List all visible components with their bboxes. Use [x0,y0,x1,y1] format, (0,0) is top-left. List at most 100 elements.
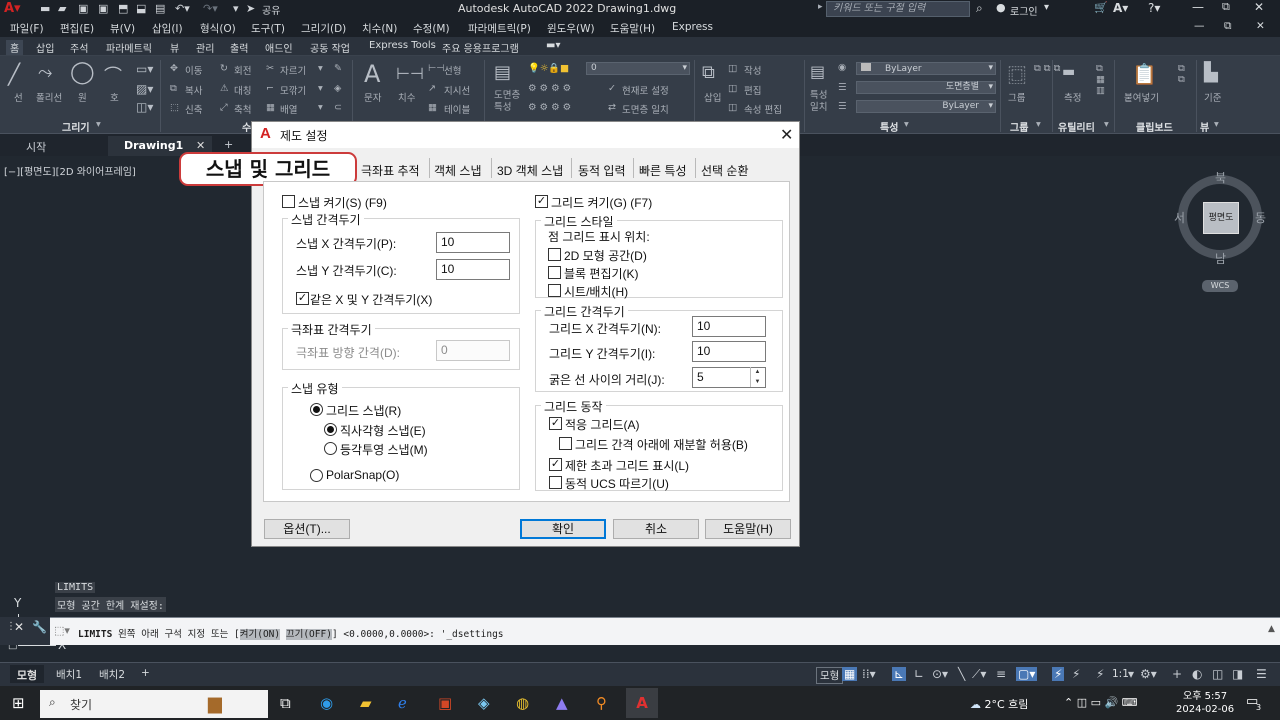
stretch-label[interactable]: 신축 [185,102,202,116]
layout-tab-model[interactable]: 모형 [10,665,44,683]
text-tool-icon[interactable]: A [364,60,380,88]
adaptive-grid-checkbox[interactable]: ✓ [549,417,562,430]
autocad-logo-icon[interactable]: A▾ [4,1,21,16]
customize-icon[interactable]: ▾ [233,2,239,15]
infer-constraints-icon[interactable]: ⊾ [892,667,907,681]
paste-label[interactable]: 붙여넣기 [1124,90,1159,104]
ok-button[interactable]: 확인 [520,519,606,539]
move-icon[interactable]: ✥ [170,63,178,74]
menu-dimension[interactable]: 치수(N) [362,21,397,36]
model-space-button[interactable]: 모형 [816,667,844,684]
insert-block-icon[interactable]: ⧉ [702,62,715,83]
panel-label-view[interactable]: 뷰 [1200,119,1209,134]
erase-icon[interactable]: ✎ [334,63,342,74]
grid-x-input[interactable]: 10 [692,316,766,337]
tab-selection-cycling[interactable]: 선택 순환 [701,162,749,179]
open-icon[interactable]: ▰ [58,2,66,15]
array-label[interactable]: 배열 [280,102,297,116]
grid-block-editor-label[interactable]: 블록 편집기(K) [564,265,639,282]
compass-north[interactable]: 북 [1215,169,1226,186]
subdivide-checkbox[interactable] [559,437,572,450]
windows-start-icon[interactable]: ⊞ [12,694,25,712]
match-properties-label[interactable]: 특성 일치 [810,90,832,114]
grid-snap-radio[interactable] [310,403,323,416]
tab-insert[interactable]: 삽입 [36,40,54,55]
spin-down-icon[interactable]: ▼ [751,377,764,387]
menu-format[interactable]: 형식(O) [200,21,236,36]
lineweight-icon[interactable]: ☰ [838,101,847,112]
leader-label[interactable]: 지시선 [444,83,470,97]
layer-tool-icons-row1[interactable]: ⚙ ⚙ ⚙ ⚙ [528,83,571,94]
help-button[interactable]: 도움말(H) [705,519,791,539]
snap-on-checkbox[interactable] [282,195,295,208]
menu-window[interactable]: 윈도우(W) [547,21,595,36]
stretch-icon[interactable]: ⬚ [170,102,179,113]
circle-tool-icon[interactable]: ◯ [70,60,95,85]
compass-east[interactable]: 동 [1255,209,1266,226]
groups-expand-icon[interactable]: ▾ [1036,119,1041,130]
layer-properties-icon[interactable]: ▤ [494,62,511,83]
clipboard-tool-icons[interactable]: ⧉ ⧉ [1178,63,1185,85]
rect-snap-radio[interactable] [324,423,337,436]
grid-on-label[interactable]: 그리드 켜기(G) (F7) [551,194,652,211]
linear-label[interactable]: 선형 [444,63,461,77]
panel-label-properties[interactable]: 특성 [880,119,898,134]
tab-polar-tracking[interactable]: 극좌표 추적 [361,162,420,179]
layer-properties-label[interactable]: 도면층 특성 [494,90,524,114]
restore-icon[interactable]: ⧉ [1222,0,1230,14]
offset-icon[interactable]: ⊂ [334,102,342,113]
isodraft-icon[interactable]: ╲ [958,667,965,681]
option-off[interactable]: 끄기(OFF) [285,629,332,640]
customize-commandline-icon[interactable]: 🔧 [32,620,47,634]
user-icon[interactable]: ● [996,1,1006,14]
tab-collaborate[interactable]: 공동 작업 [310,40,350,55]
web-open-icon[interactable]: ⬒ [118,2,128,15]
polar-snap-radio[interactable] [310,469,323,482]
hardware-accel-icon[interactable]: ◫ [1212,667,1223,681]
polar-tracking-icon[interactable]: ⊙▾ [932,667,948,681]
autocad-taskbar-icon[interactable]: A [626,688,658,718]
search-app-icon[interactable]: ⚲ [596,694,607,712]
menu-view[interactable]: 뷰(V) [110,21,135,36]
snap-on-label[interactable]: 스냅 켜기(S) (F9) [298,194,387,211]
annotation-scale-icon[interactable]: ⚡ [1052,667,1065,681]
ortho-icon[interactable]: ∟ [914,667,924,681]
linetype-icon[interactable]: ☰ [838,82,847,93]
annotation-visibility-icon[interactable]: ⚡ [1072,667,1080,681]
utility-tool-icons[interactable]: ⧉ ▦ ▥ [1096,63,1105,96]
base-view-label[interactable]: 기준 [1204,90,1221,104]
menu-express[interactable]: Express [672,21,713,33]
internet-explorer-icon[interactable]: ℯ [398,694,407,712]
equal-xy-label[interactable]: 같은 X 및 Y 간격두기(X) [310,291,432,308]
snap-mode-icon[interactable]: ⁞⁞▾ [862,667,876,681]
cancel-button[interactable]: 취소 [613,519,699,539]
option-on[interactable]: 켜기(ON) [239,629,281,640]
menu-help[interactable]: 도움말(H) [610,21,655,36]
adaptive-grid-label[interactable]: 적응 그리드(A) [565,416,640,433]
make-current-icon[interactable]: ✓ [608,83,616,94]
doc-restore-icon[interactable]: ⧉ [1224,20,1232,33]
copy-label[interactable]: 복사 [185,83,202,97]
trim-dropdown-icon[interactable]: ▾ [318,63,323,74]
panel-label-groups[interactable]: 그룹 [1010,119,1028,134]
tab-output[interactable]: 출력 [230,40,248,55]
array-icon[interactable]: ▦ [266,102,275,113]
new-tab-icon[interactable]: + [224,138,233,151]
cart-icon[interactable]: 🛒 [1094,1,1108,14]
major-line-spinner[interactable]: ▲ ▼ [750,367,764,387]
polyline-label[interactable]: 폴리선 [36,90,62,104]
move-label[interactable]: 이동 [185,63,202,77]
dialog-close-icon[interactable]: ✕ [780,125,793,145]
options-button[interactable]: 옵션(T)... [264,519,350,539]
rect-snap-label[interactable]: 직사각형 스냅(E) [340,422,426,439]
search-icon[interactable]: ⌕ [976,1,983,16]
file-explorer-icon[interactable]: ▰ [360,694,372,712]
create-block-label[interactable]: 작성 [744,63,761,77]
follow-ucs-label[interactable]: 동적 UCS 따르기(U) [565,475,669,492]
grid-sheet-layout-checkbox[interactable] [548,284,561,297]
tab-featured-apps[interactable]: 주요 응용프로그램 [442,40,519,55]
tab-3d-object-snap[interactable]: 3D 객체 스냅 [497,162,563,179]
command-line[interactable]: ⬚▾ LIMITS 왼쪽 아래 구석 지정 또는 [켜기(ON) 끄기(OFF)… [50,617,1280,645]
grid-block-editor-checkbox[interactable] [548,266,561,279]
grid-sheet-layout-label[interactable]: 시트/배치(H) [564,283,628,300]
